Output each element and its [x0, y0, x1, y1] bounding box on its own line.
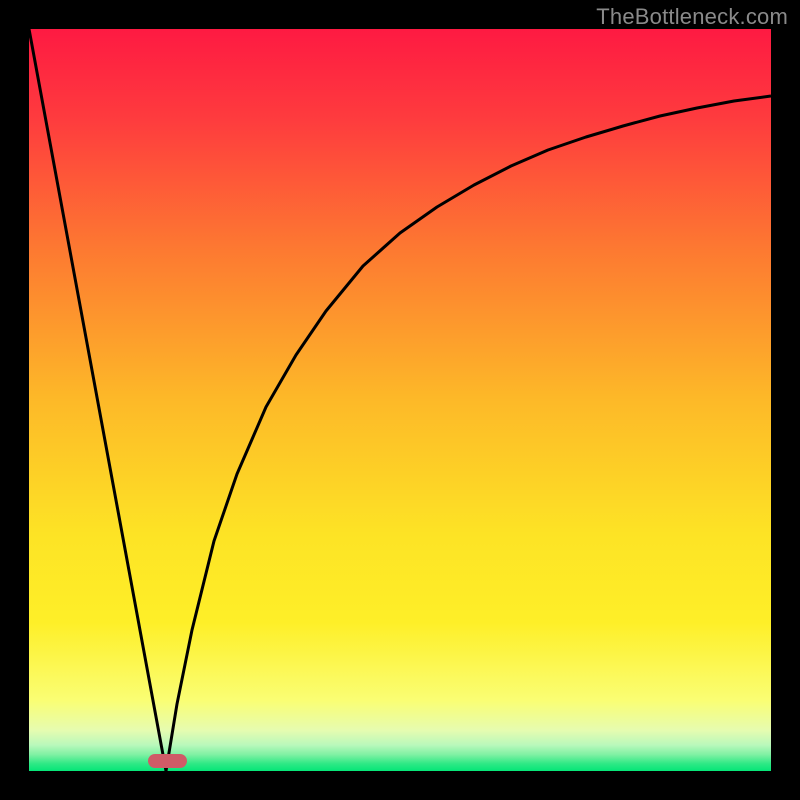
chart-canvas: [29, 29, 771, 771]
watermark-text: TheBottleneck.com: [596, 4, 788, 30]
minimum-marker-pill: [148, 754, 187, 768]
gradient-background: [29, 29, 771, 771]
outer-black-frame: TheBottleneck.com: [0, 0, 800, 800]
plot-area: [29, 29, 771, 771]
